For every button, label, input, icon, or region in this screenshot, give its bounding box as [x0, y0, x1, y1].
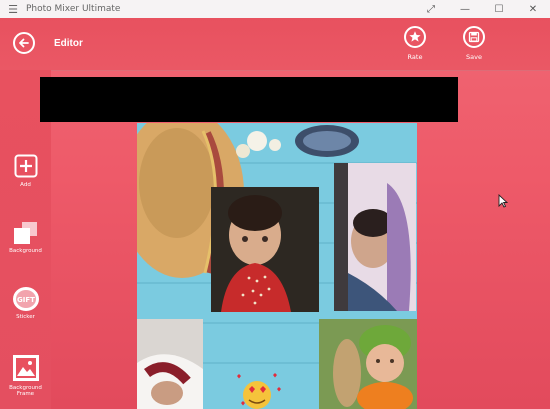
rate-button[interactable]: Rate — [395, 26, 435, 61]
sidebar-item-label: Background — [9, 248, 42, 254]
sidebar-item-background[interactable]: Background — [0, 221, 51, 254]
back-arrow-icon — [19, 38, 29, 48]
save-button[interactable]: Save — [454, 26, 494, 61]
close-icon[interactable]: ✕ — [516, 0, 550, 18]
sidebar-item-add[interactable]: Add — [0, 154, 51, 188]
frame-icon — [12, 354, 40, 382]
save-label: Save — [466, 53, 482, 61]
ad-banner[interactable] — [40, 77, 458, 122]
hamburger-menu-icon[interactable]: ☰ — [0, 3, 26, 16]
background-icon — [12, 221, 40, 245]
back-button[interactable] — [13, 32, 35, 54]
window-controls: ⤢ — ☐ ✕ — [414, 0, 550, 18]
rate-label: Rate — [407, 53, 423, 61]
window-title: Photo Mixer Ultimate — [26, 4, 121, 14]
app-area: Editor Rate Save Add Background GIFT Sti… — [0, 18, 550, 409]
sidebar-item-background-frame[interactable]: Background Frame — [0, 354, 51, 397]
minimize-icon[interactable]: — — [448, 0, 482, 18]
editor-header: Editor Rate Save — [0, 18, 550, 71]
gift-badge-text: GIFT — [17, 296, 35, 304]
photo-collage-canvas[interactable] — [137, 123, 417, 409]
expand-icon[interactable]: ⤢ — [414, 0, 448, 18]
star-icon — [404, 26, 426, 48]
sidebar-item-label: Background Frame — [9, 385, 42, 397]
window-title-bar: ☰ Photo Mixer Ultimate ⤢ — ☐ ✕ — [0, 0, 550, 19]
page-title: Editor — [54, 38, 83, 49]
save-icon — [463, 26, 485, 48]
gift-sticker-icon: GIFT — [12, 286, 40, 312]
add-icon — [14, 154, 38, 178]
mouse-cursor-icon — [498, 193, 509, 212]
maximize-icon[interactable]: ☐ — [482, 0, 516, 18]
sidebar-item-label: Sticker — [16, 314, 35, 320]
collage-image — [137, 123, 417, 409]
sidebar-item-label: Add — [20, 182, 31, 188]
sidebar-item-sticker[interactable]: GIFT Sticker — [0, 286, 51, 320]
